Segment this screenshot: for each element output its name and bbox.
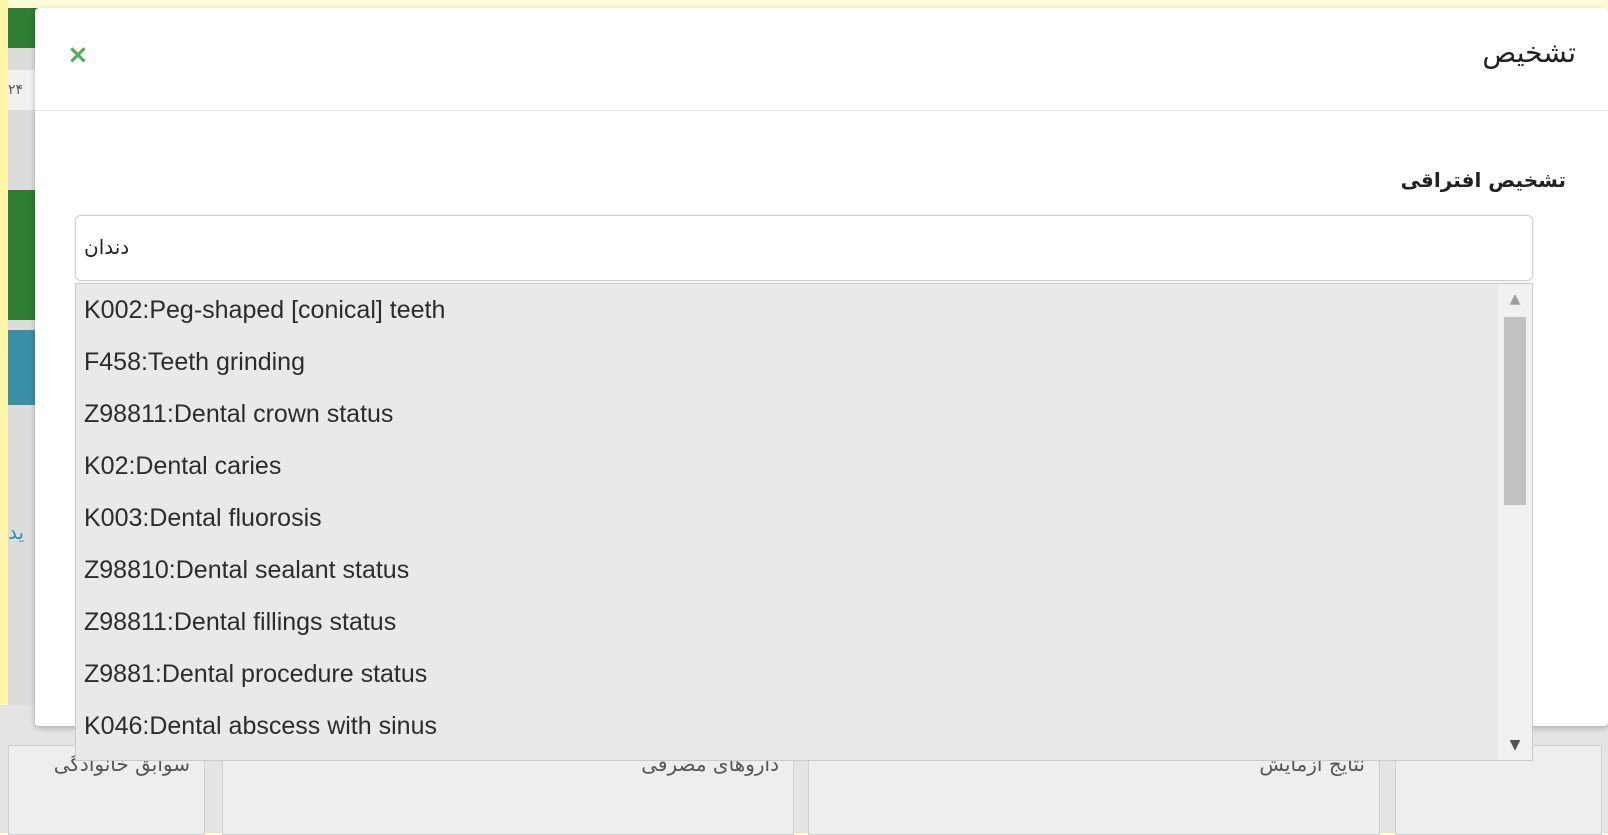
diagnosis-search-field[interactable] [75, 215, 1533, 281]
close-icon[interactable]: × [67, 42, 89, 68]
suggestion-item[interactable]: Z9881:Dental procedure status [76, 648, 1498, 700]
background-link[interactable]: ید [8, 520, 38, 544]
diagnosis-search-input[interactable] [84, 228, 1504, 266]
dropdown-scrollbar[interactable]: ▲ ▼ [1498, 284, 1532, 760]
scroll-thumb[interactable] [1504, 317, 1526, 505]
suggestion-list: K002:Peg-shaped [conical] teeth F458:Tee… [76, 284, 1498, 752]
suggestion-item[interactable]: K003:Dental fluorosis [76, 492, 1498, 544]
scroll-up-arrow-icon[interactable]: ▲ [1498, 284, 1532, 314]
suggestion-item[interactable]: Z98811:Dental crown status [76, 388, 1498, 440]
suggestion-item[interactable]: Z98810:Dental sealant status [76, 544, 1498, 596]
suggestion-item[interactable]: K02:Dental caries [76, 440, 1498, 492]
modal-header: × تشخیص [35, 8, 1608, 111]
scroll-down-arrow-icon[interactable]: ▼ [1498, 730, 1532, 760]
suggestion-item[interactable]: Z98811:Dental fillings status [76, 596, 1498, 648]
modal-title: تشخیص [1482, 36, 1576, 69]
background-green-bar [8, 8, 38, 48]
background-green-panel [8, 190, 38, 320]
suggestion-item[interactable]: K002:Peg-shaped [conical] teeth [76, 284, 1498, 336]
differential-diagnosis-label: تشخیص افتراقی [1400, 168, 1566, 192]
autocomplete-dropdown: K002:Peg-shaped [conical] teeth F458:Tee… [75, 283, 1533, 761]
background-teal-panel [8, 330, 38, 405]
background-number: ۲۴ [8, 70, 38, 110]
suggestion-item[interactable]: K046:Dental abscess with sinus [76, 700, 1498, 752]
suggestion-item[interactable]: F458:Teeth grinding [76, 336, 1498, 388]
